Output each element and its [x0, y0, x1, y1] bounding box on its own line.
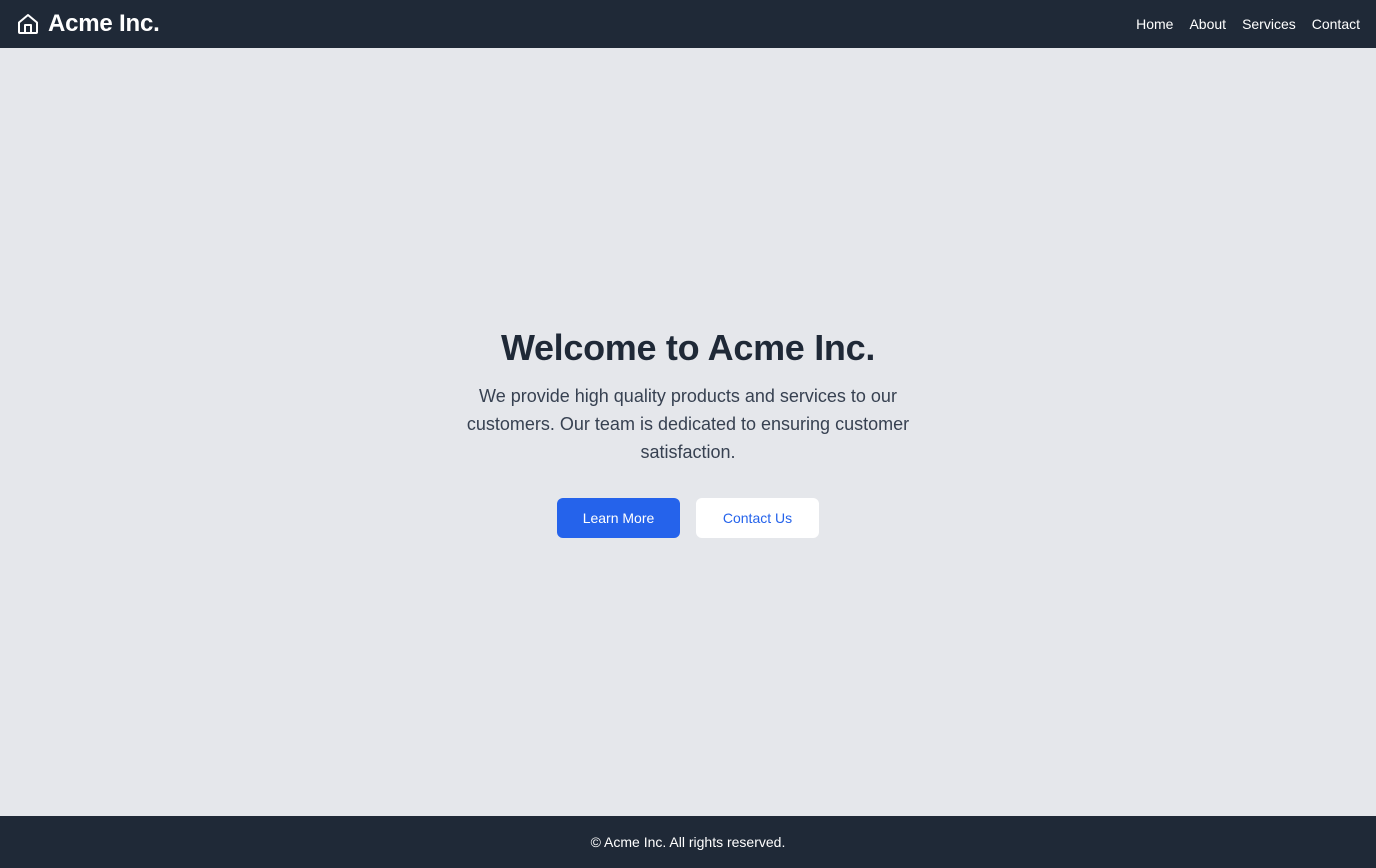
- contact-us-button[interactable]: Contact Us: [696, 498, 819, 538]
- hero-title: Welcome to Acme Inc.: [500, 327, 876, 368]
- home-icon: [16, 12, 40, 36]
- hero-description: We provide high quality products and ser…: [466, 386, 910, 462]
- hero-actions: Learn More Contact Us: [557, 498, 819, 538]
- top-navbar: Acme Inc. Home About Services Contact: [0, 0, 1376, 48]
- brand-name: Acme Inc.: [48, 10, 160, 37]
- learn-more-button[interactable]: Learn More: [557, 498, 680, 538]
- hero-section: Welcome to Acme Inc. We provide high qua…: [0, 48, 1376, 816]
- brand-link[interactable]: Acme Inc.: [16, 10, 160, 38]
- nav-about-link[interactable]: About: [1189, 16, 1226, 32]
- nav-services-link[interactable]: Services: [1242, 16, 1296, 32]
- footer: © Acme Inc. All rights reserved.: [0, 816, 1376, 868]
- nav-home-link[interactable]: Home: [1136, 16, 1173, 32]
- copyright-text: © Acme Inc. All rights reserved.: [590, 834, 786, 850]
- nav-contact-link[interactable]: Contact: [1312, 16, 1360, 32]
- main-nav: Home About Services Contact: [1136, 16, 1360, 32]
- page: Acme Inc. Home About Services Contact We…: [0, 0, 1376, 868]
